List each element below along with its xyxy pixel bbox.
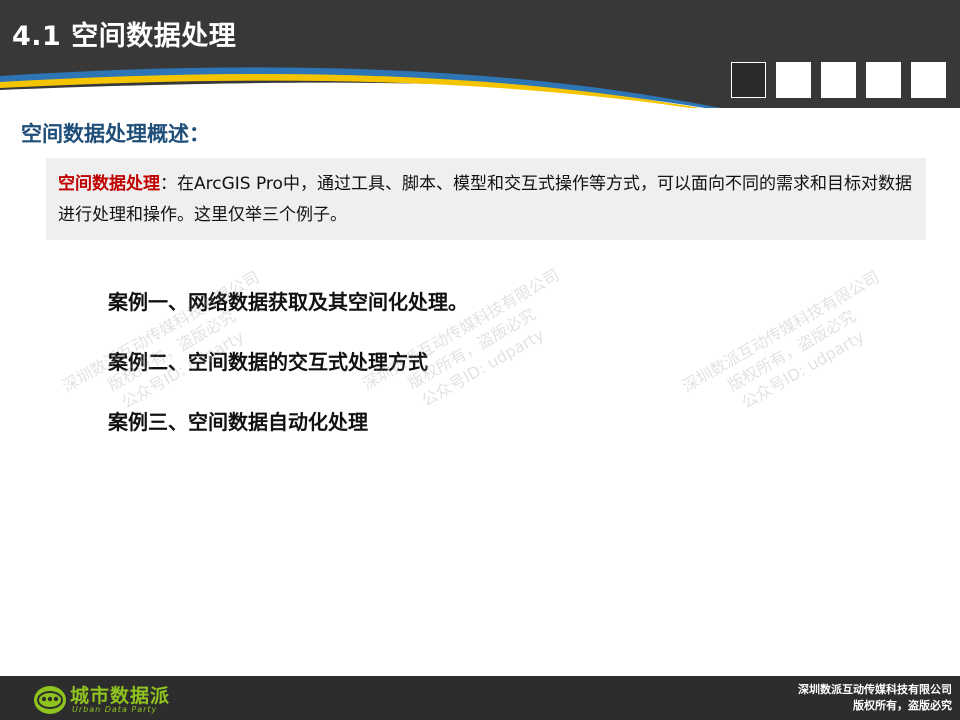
footer-company: 深圳数派互动传媒科技有限公司	[798, 683, 952, 696]
nav-square-4[interactable]	[866, 62, 901, 98]
section-subtitle: 空间数据处理概述：	[21, 122, 210, 146]
footer-bar: 城市数据派 Urban Data Party 深圳数派互动传媒科技有限公司 版权…	[0, 676, 960, 720]
slide-nav	[731, 62, 946, 98]
page-title: 4.1 空间数据处理	[12, 21, 237, 52]
footer-copyright: 深圳数派互动传媒科技有限公司 版权所有，盗版必究	[798, 682, 952, 714]
nav-square-2[interactable]	[776, 62, 811, 98]
logo-text: 城市数据派	[70, 685, 171, 707]
footer-rights: 版权所有，盗版必究	[853, 699, 952, 712]
watermark: 深圳数派互动传媒科技有限公司 版权所有，盗版必究 公众号ID: udparty	[679, 267, 883, 413]
case-item-1: 案例一、网络数据获取及其空间化处理。	[108, 290, 468, 314]
header-bar: 4.1 空间数据处理	[0, 0, 960, 108]
logo-subtext: Urban Data Party	[72, 705, 158, 714]
summary-box: 空间数据处理：在ArcGIS Pro中，通过工具、脚本、模型和交互式操作等方式，…	[46, 158, 926, 240]
summary-text: ：在ArcGIS Pro中，通过工具、脚本、模型和交互式操作等方式，可以面向不同…	[58, 174, 912, 225]
summary-term: 空间数据处理	[58, 174, 160, 194]
nav-square-5[interactable]	[911, 62, 946, 98]
nav-square-3[interactable]	[821, 62, 856, 98]
logo-icon	[34, 686, 66, 714]
nav-square-1[interactable]	[731, 62, 766, 98]
